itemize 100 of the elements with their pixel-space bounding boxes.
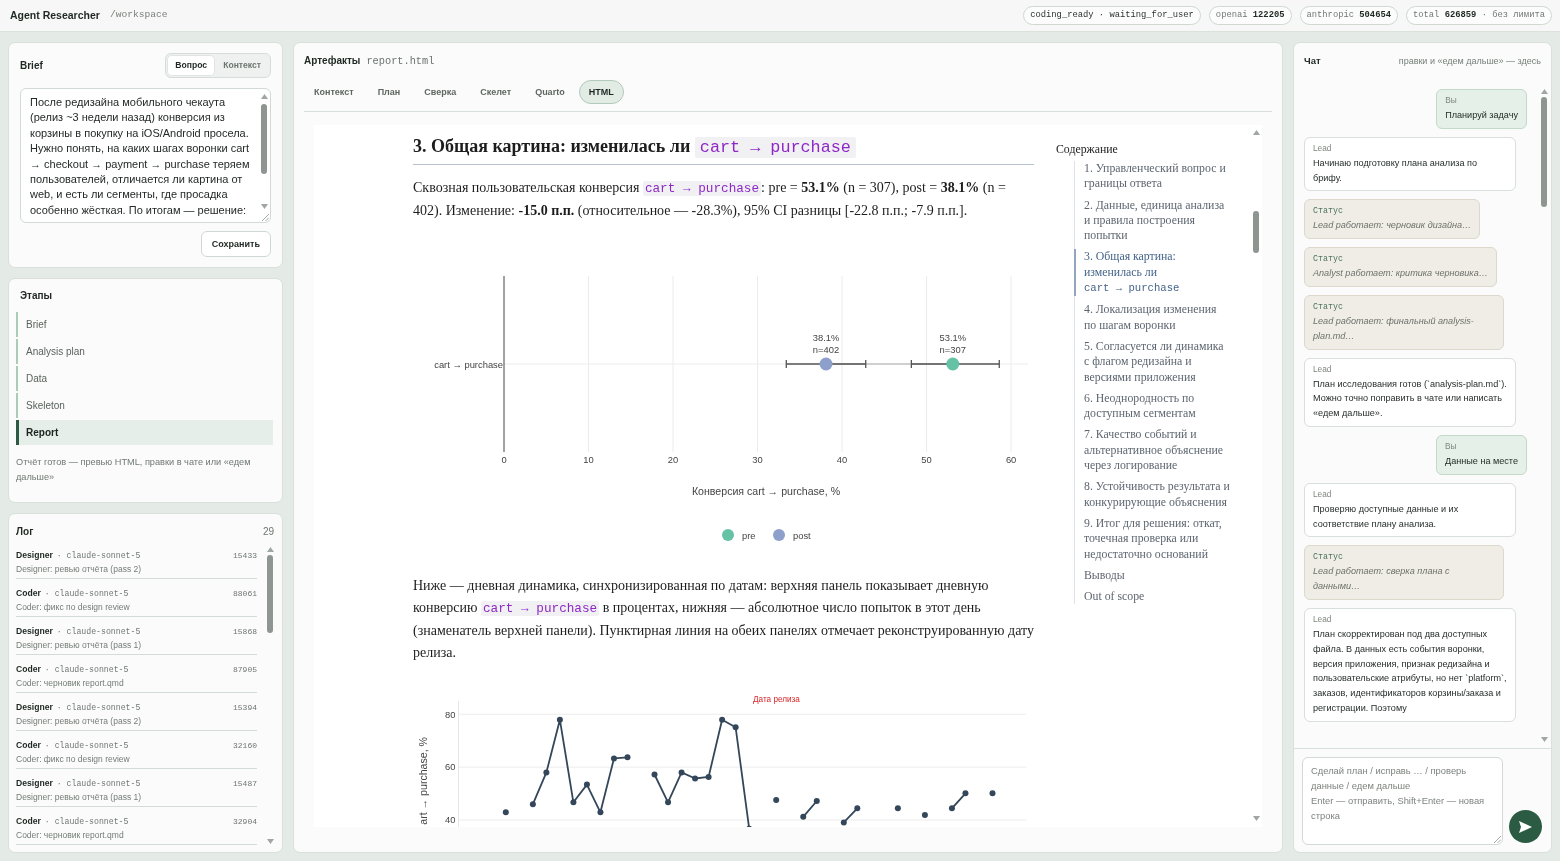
resize-grip-icon[interactable] [262,214,269,221]
artifact-tab[interactable]: Контекст [304,80,364,104]
point [570,799,577,806]
segment-tab[interactable]: Вопрос [168,56,215,75]
stage-item[interactable]: Data [16,366,273,391]
point [719,716,726,723]
tick-label: 30 [752,454,763,465]
point [705,773,712,780]
log-description: Designer: ревью отчёта (pass 1) [16,639,143,651]
model-name: · claude-sonnet-5 [56,702,141,714]
artifact-tab[interactable]: HTML [578,80,624,104]
log-description: Coder: фикс по design review [16,753,131,765]
stage-item[interactable]: Skeleton [16,393,273,418]
message-author: Lead [1313,613,1333,625]
message-text: Lead работает: финальный analysis-plan.md… [1313,315,1475,343]
point [583,781,590,788]
scrollbar-thumb[interactable] [261,104,267,174]
panel-title: Чат [1304,54,1321,68]
message-author: Вы [1445,95,1458,106]
model-name: · claude-sonnet-5 [44,816,129,828]
workspace-path: /workspace [109,8,168,23]
panel-title: Этапы [20,289,54,303]
artifact-tab[interactable]: Quarto [525,80,575,104]
model-name: · claude-sonnet-5 [56,626,141,638]
point [610,755,617,762]
send-button[interactable] [1509,810,1542,843]
message-author: Статус [1313,551,1344,563]
toc-link[interactable]: 3. Общая картина: изменилась ли cart → purchase [1074,249,1246,297]
agent-role: Designer [16,549,53,561]
point [543,769,550,776]
token-count: 87905 [233,664,257,676]
tick-label: 20 [667,454,679,465]
point [624,754,631,761]
message-author: Статус [1313,205,1344,217]
scroll-down-icon[interactable] [266,839,274,844]
point [529,801,536,808]
stage-item[interactable]: Report [16,420,273,445]
token-badge: total 626859 · без лимита [1406,6,1552,25]
save-button[interactable]: Сохранить [200,231,271,257]
log-description: Coder: черновик report.qmd [16,829,125,841]
toc-link[interactable]: 6. Неоднородность по доступным сегментам [1074,390,1246,422]
toc-link[interactable]: 4. Локализация изменения по шагам воронки [1074,302,1246,333]
point [854,805,861,812]
scrollbar-thumb[interactable] [267,555,273,633]
scroll-down-icon[interactable] [260,204,268,209]
toc-link[interactable]: 2. Данные, единица анализа и правила построения попытки [1074,197,1246,244]
tick-label: 60 [1005,454,1017,465]
toc-link[interactable]: 9. Итог для решения: откат, точечная проверка или недостаточно оснований [1074,515,1246,562]
message-author: Статус [1313,301,1344,312]
message-author: Lead [1313,142,1333,154]
scroll-down-icon[interactable] [1252,816,1260,821]
point [948,805,955,812]
artifact-tab[interactable]: План [367,80,411,104]
tick-label: 40 [836,454,848,465]
agent-role: Designer [16,777,53,789]
stage-item[interactable]: Analysis plan [16,339,273,364]
scroll-up-icon[interactable] [260,94,268,99]
point [665,799,672,806]
message-input[interactable]: Сделай план / исправь … / проверь данные / едем дальше Enter — отправить, Shift+Enter — новая строка [1302,757,1503,845]
data-label: 38.1% n=402 [812,332,840,355]
model-name: · claude-sonnet-5 [56,550,141,562]
artifact-tab[interactable]: Сверка [414,80,467,104]
toc-link[interactable]: 1. Управленческий вопрос и границы ответа [1074,161,1246,192]
token-count: 15394 [233,702,257,714]
scroll-up-icon[interactable] [266,547,274,552]
agent-role: Designer [16,625,53,637]
scroll-up-icon[interactable] [1252,130,1260,135]
resize-grip-icon[interactable] [1494,836,1501,843]
artifact-tab[interactable]: Скелет [470,80,522,104]
tick-label: 0 [501,454,507,465]
file-name: report.html [366,54,435,69]
message-text: Проверяю доступные данные и их соответствие плану анализа. [1313,502,1460,531]
annotation-label: Дата релиза [753,695,800,704]
legend-label: pre [742,529,756,541]
point [894,805,901,812]
message-text: План скорректирован под два доступных файла. В данных есть события воронки, версия приложения, признак редизайна и пользовательские атрибуты, но нет `platform`, заказов, идентификаторов корзины/заказа и регистрации. Поэтому [1313,627,1507,715]
tick-label: 40 [445,814,456,826]
axis-title: Конверсия cart → purchase, % [691,485,841,497]
toc-link[interactable]: Выводы [1074,567,1246,584]
message-text: План исследования готов (`analysis-plan.md`). Можно точно поправить в чате или написать «едем дальше». [1313,377,1507,421]
message-author: Lead [1313,488,1333,500]
toc-link[interactable]: Out of scope [1074,589,1246,605]
brief-textarea[interactable]: После редизайна мобильного чекаута (релиз ~3 недели назад) конверсия из корзины в покупку на iOS/Android просела. Нужно понять, на каких шагах воронки cart → checkout → payment → purchase теряем пользователей, отличается ли картина от web, и есть ли сегменты, где просадка особенно жёсткая. По итогам — решение: [20,88,271,223]
section-heading: 3. Общая картина: изменилась ли cart → purchase [413,133,1034,165]
message-author: Lead [1313,363,1333,375]
toc-link[interactable]: 7. Качество событий и альтернативное объяснение через логирование [1074,427,1246,474]
point [813,797,820,804]
point [773,796,780,803]
message-text: Начинаю подготовку плана анализа по брифу. [1313,156,1478,185]
toc-link[interactable]: 8. Устойчивость результата и конкурирующие объяснения [1074,479,1246,510]
scroll-down-icon[interactable] [1540,737,1548,742]
axis-title: art → purchase, % [417,737,429,825]
send-icon [1519,820,1532,833]
scrollbar-thumb[interactable] [1253,211,1259,253]
toc-link[interactable]: 5. Согласуется ли динамика с флагом редизайна и версиями приложения [1074,338,1246,385]
segment-tab[interactable]: Контекст [216,56,268,75]
scrollbar-thumb[interactable] [1541,97,1547,207]
scroll-up-icon[interactable] [1540,89,1548,94]
point [597,809,604,816]
stage-item[interactable]: Brief [16,312,273,337]
